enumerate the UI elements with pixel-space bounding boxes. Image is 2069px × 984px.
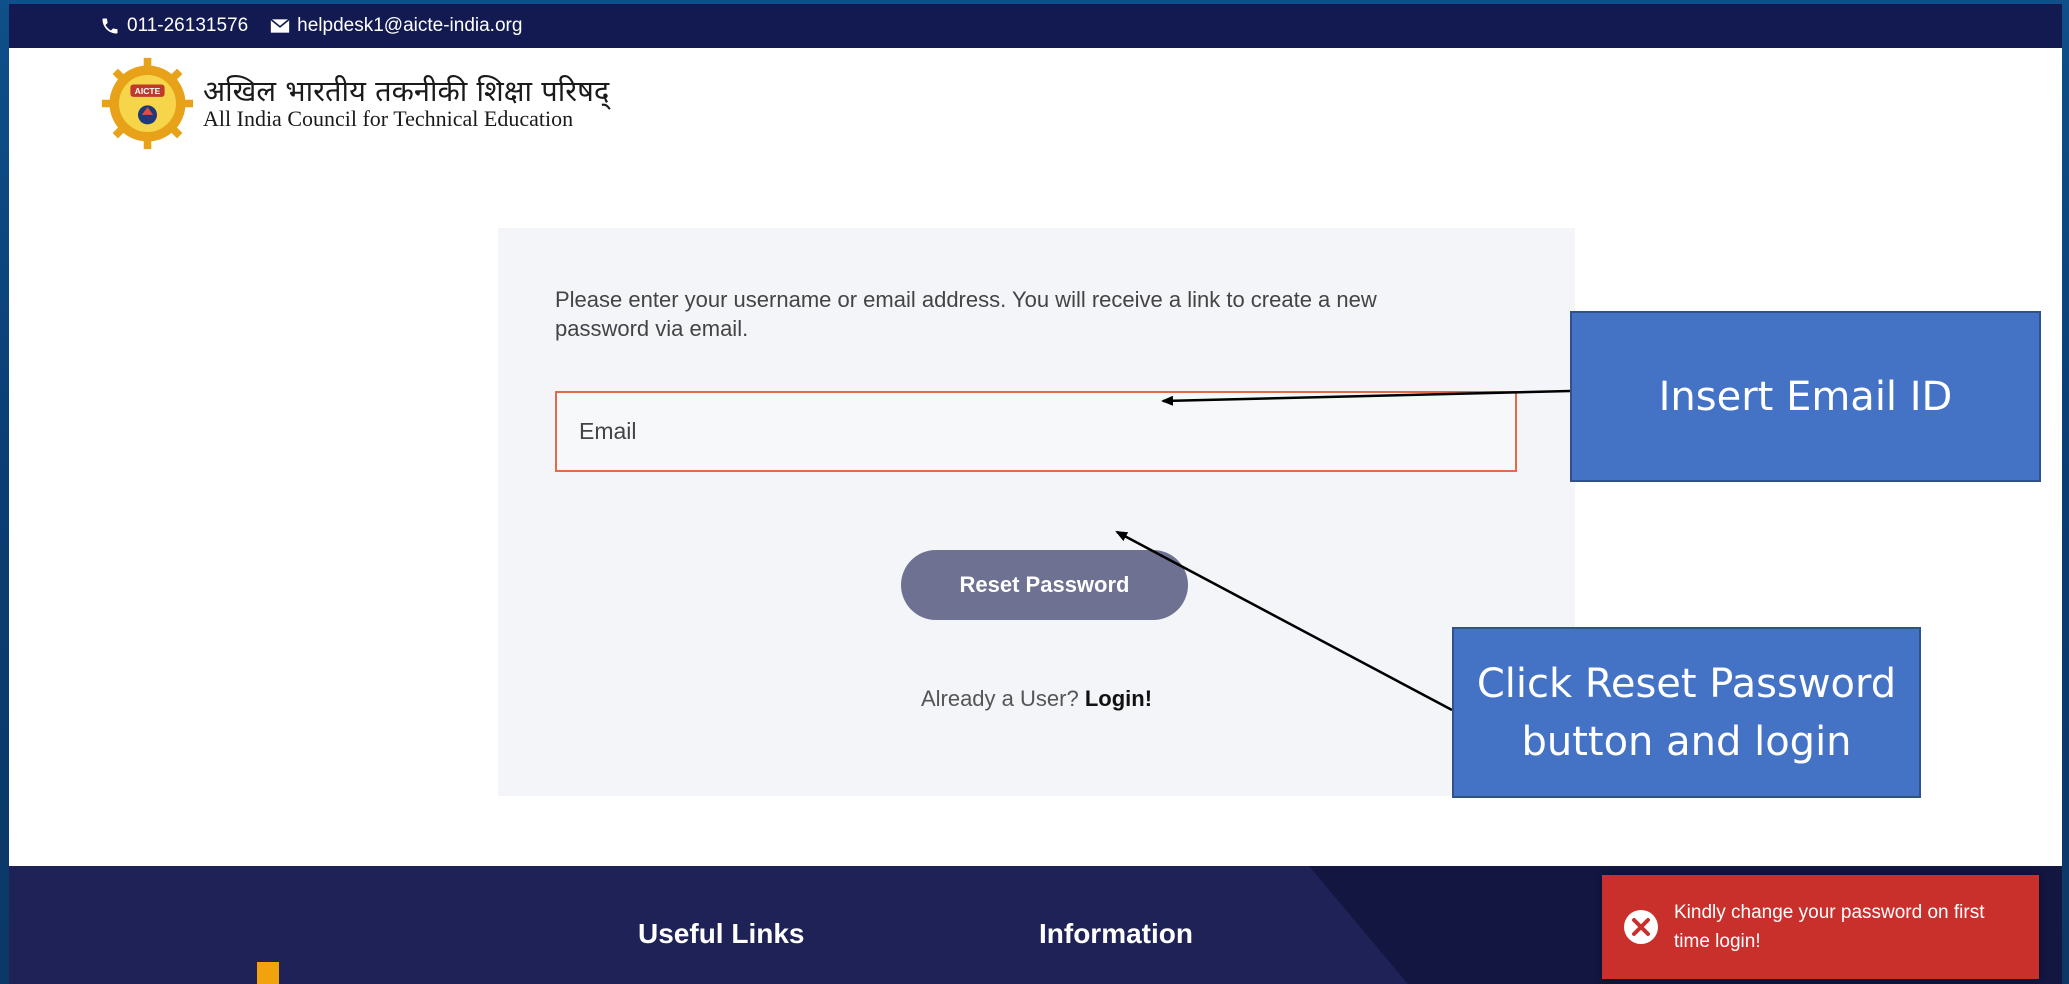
logo-english-text: All India Council for Technical Educatio… <box>203 106 574 131</box>
already-user-text: Already a User? <box>920 686 1079 711</box>
footer-logo-icon <box>257 962 279 984</box>
logo-hindi-text: अखिल भारतीय तकनीकी शिक्षा परिषद् <box>203 74 610 108</box>
instructions-text: Please enter your username or email addr… <box>555 287 1377 341</box>
aicte-emblem-icon: AICTE <box>101 57 194 150</box>
close-circle-icon[interactable] <box>1622 908 1660 946</box>
phone-number: 011-26131576 <box>127 15 249 36</box>
insert-email-callout: Insert Email ID <box>1570 311 2041 482</box>
slide-frame: 011-26131576 helpdesk1@aicte-india.org A… <box>9 4 2062 984</box>
envelope-icon <box>270 18 290 34</box>
reset-password-card: Please enter your username or email addr… <box>498 228 1575 796</box>
phone-contact[interactable]: 011-26131576 <box>100 15 248 37</box>
top-bar: 011-26131576 helpdesk1@aicte-india.org <box>9 4 2062 48</box>
already-user-line: Already a User? Login! <box>498 686 1575 712</box>
phone-icon <box>100 16 120 36</box>
login-link[interactable]: Login! <box>1085 686 1152 711</box>
emblem-text: AICTE <box>135 86 161 96</box>
reset-password-button[interactable]: Reset Password <box>901 550 1188 620</box>
toast-notification[interactable]: Kindly change your password on first tim… <box>1602 875 2039 979</box>
toast-message: Kindly change your password on first tim… <box>1674 902 1985 952</box>
helpdesk-email: helpdesk1@aicte-india.org <box>297 15 523 36</box>
aicte-logo[interactable]: AICTE अखिल भारतीय तकनीकी शिक्षा परिषद् A… <box>100 56 609 151</box>
email-input[interactable] <box>579 418 1515 445</box>
email-contact[interactable]: helpdesk1@aicte-india.org <box>270 15 522 37</box>
footer-information-heading: Information <box>1039 918 1193 949</box>
click-reset-callout: Click Reset Password button and login <box>1452 627 1921 798</box>
footer-useful-links-heading: Useful Links <box>638 918 805 949</box>
email-field-wrapper[interactable] <box>555 391 1517 472</box>
